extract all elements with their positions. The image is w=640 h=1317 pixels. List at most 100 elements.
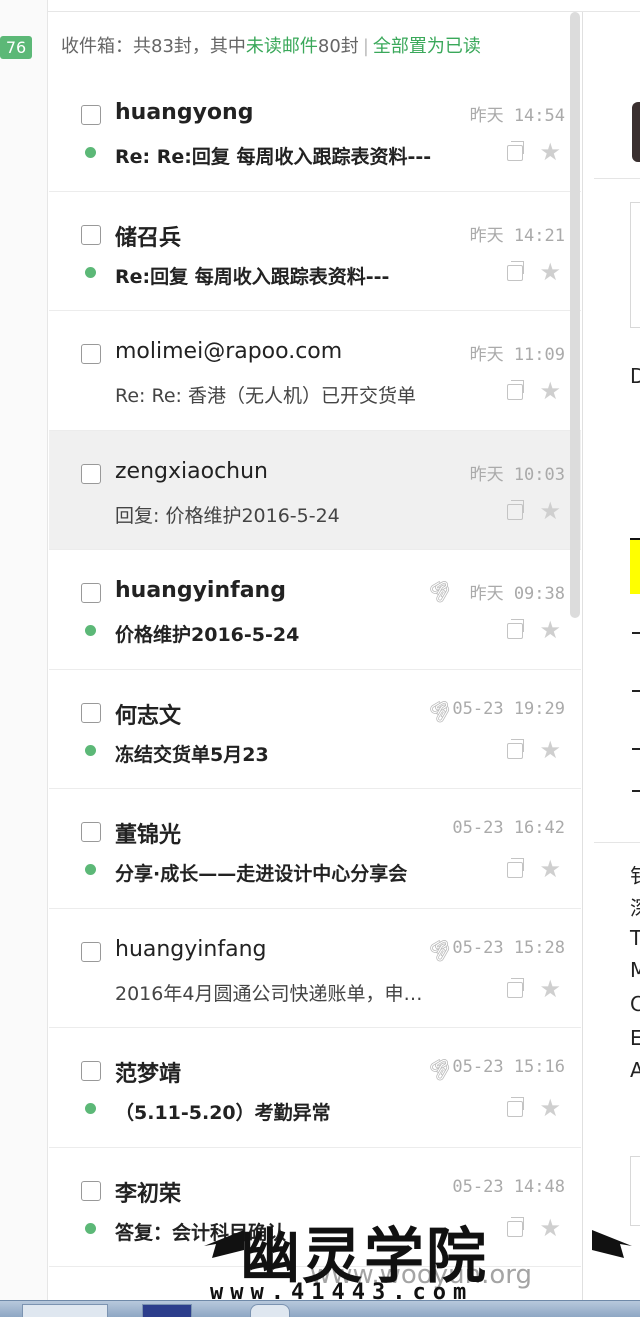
mail-subject: 2016年4月圆通公司快递账单，申请付款 <box>115 982 437 1005</box>
body-char: 深 <box>630 892 640 921</box>
body-char: D <box>630 364 640 388</box>
mail-row[interactable]: 储召兵 昨天 14:21 Re:回复 每周收入跟踪表资料--- ★ <box>49 191 581 311</box>
copy-icon[interactable] <box>507 858 524 878</box>
copy-icon[interactable] <box>507 141 524 161</box>
star-icon[interactable]: ★ <box>539 1214 561 1242</box>
reading-pane-box <box>630 1156 640 1226</box>
copy-icon[interactable] <box>507 1097 524 1117</box>
mail-row[interactable]: 董锦光 05-23 16:42 分享·成长——走进设计中心分享会 ★ <box>49 789 581 909</box>
mail-sender: 董锦光 <box>115 823 182 848</box>
mail-sender: huangyinfang <box>115 578 286 603</box>
copy-icon[interactable] <box>507 738 524 759</box>
dash-mark <box>632 632 640 634</box>
mail-sender: 储召兵 <box>115 225 182 251</box>
mail-sender: huangyinfang <box>115 936 267 962</box>
body-char: M <box>630 958 640 982</box>
mail-subject: 价格维护2016-5-24 <box>115 624 300 646</box>
star-icon[interactable]: ★ <box>539 736 561 764</box>
reading-pane: D 钅 深 T M C E A <box>586 12 640 1300</box>
mail-row[interactable]: zengxiaochun 昨天 10:03 回复: 价格维护2016-5-24 ★ <box>49 430 581 550</box>
reading-pane-divider <box>594 842 640 843</box>
unread-dot-icon <box>85 744 96 756</box>
mail-checkbox[interactable] <box>81 702 101 723</box>
unread-count-badge[interactable]: 76 <box>0 36 32 59</box>
unread-dot-icon <box>85 1103 96 1114</box>
mail-sender: huangyong <box>115 100 254 125</box>
copy-icon[interactable] <box>507 499 524 520</box>
mail-row[interactable]: 范梦靖 🖇 05-23 15:16 （5.11-5.20）考勤异常 ★ <box>49 1028 581 1148</box>
star-icon[interactable]: ★ <box>539 258 561 286</box>
mail-row[interactable]: 李初荣 05-23 14:48 答复：会计科目确认 ★ <box>49 1147 581 1267</box>
mail-checkbox[interactable] <box>81 583 101 603</box>
reading-pane-divider <box>594 178 640 179</box>
copy-icon[interactable] <box>507 619 524 639</box>
unread-dot-icon <box>85 266 96 278</box>
copy-icon[interactable] <box>507 1216 524 1237</box>
unread-dot-icon <box>85 1222 96 1234</box>
mail-sender: zengxiaochun <box>115 458 268 484</box>
summary-prefix: 收件箱：共83封，其中 <box>61 36 246 57</box>
mail-checkbox[interactable] <box>81 1061 101 1081</box>
mail-sender: 范梦靖 <box>115 1062 182 1087</box>
taskbar-button[interactable] <box>22 1304 108 1317</box>
body-char: 钅 <box>630 860 640 889</box>
copy-icon[interactable] <box>507 977 524 998</box>
mail-row[interactable]: huangyinfang 🖇 昨天 09:38 价格维护2016-5-24 ★ <box>49 550 581 670</box>
mail-subject: 答复：会计科目确认 <box>115 1221 287 1244</box>
summary-separator: | <box>362 36 369 57</box>
dash-mark <box>632 690 640 692</box>
star-icon[interactable]: ★ <box>539 616 561 644</box>
body-char: A <box>630 1058 640 1082</box>
mark-all-read-link[interactable]: 全部置为已读 <box>373 36 481 57</box>
mail-checkbox[interactable] <box>81 224 101 245</box>
mail-subject: 冻结交货单5月23 <box>115 743 269 766</box>
mail-subject: 分享·成长——走进设计中心分享会 <box>115 863 408 885</box>
mail-time: 05-23 15:16 <box>452 1057 565 1077</box>
star-icon[interactable]: ★ <box>539 497 561 525</box>
mail-checkbox[interactable] <box>81 941 101 962</box>
highlight-block <box>630 538 640 594</box>
star-icon[interactable]: ★ <box>539 377 561 405</box>
unread-count-text: 80封 <box>317 36 359 57</box>
unread-dot-icon <box>85 625 96 636</box>
mail-checkbox[interactable] <box>81 1180 101 1201</box>
taskbar-button[interactable] <box>250 1304 290 1317</box>
taskbar-button[interactable] <box>142 1304 192 1317</box>
mail-time: 05-23 19:29 <box>452 698 565 719</box>
reading-pane-box <box>630 202 640 328</box>
star-icon[interactable]: ★ <box>539 975 561 1003</box>
mail-checkbox[interactable] <box>81 463 101 484</box>
copy-icon[interactable] <box>507 260 524 281</box>
mail-time: 05-23 15:28 <box>452 937 565 958</box>
mail-time: 05-23 16:42 <box>452 818 565 838</box>
body-char: C <box>630 992 640 1016</box>
list-scrollbar[interactable] <box>570 12 580 618</box>
mail-row[interactable]: 何志文 🖇 05-23 19:29 冻结交货单5月23 ★ <box>49 669 581 789</box>
mail-row[interactable]: huangyinfang 🖇 05-23 15:28 2016年4月圆通公司快递账单，… <box>49 908 581 1028</box>
unread-dot-icon <box>85 864 96 875</box>
mail-sender: 何志文 <box>115 703 182 729</box>
inbox-summary: 收件箱：共83封，其中未读邮件80封 | 全部置为已读 <box>61 32 481 58</box>
star-icon[interactable]: ★ <box>539 1094 561 1122</box>
mail-checkbox[interactable] <box>81 105 101 125</box>
mail-checkbox[interactable] <box>81 822 101 842</box>
mail-subject: Re: Re:回复 每周收入跟踪表资料--- <box>115 146 432 168</box>
mail-time: 昨天 11:09 <box>469 345 565 365</box>
mail-row[interactable]: molimei@rapoo.com 昨天 11:09 Re: Re: 香港（无人机）… <box>49 311 581 431</box>
mail-sender: molimei@rapoo.com <box>115 339 343 364</box>
mail-list: huangyong 昨天 14:54 Re: Re:回复 每周收入跟踪表资料--- ★… <box>49 72 581 1267</box>
folder-sidebar: 76 <box>0 0 48 1300</box>
sender-avatar <box>632 102 640 162</box>
mail-list-panel: 收件箱：共83封，其中未读邮件80封 | 全部置为已读 huangyong 昨天 14… <box>49 12 583 1300</box>
paperclip-icon: 🖇 <box>422 572 458 608</box>
star-icon[interactable]: ★ <box>539 138 561 166</box>
dash-mark <box>632 748 640 750</box>
copy-icon[interactable] <box>507 380 524 400</box>
mail-subject: （5.11-5.20）考勤异常 <box>115 1102 331 1124</box>
body-char: E <box>630 1026 640 1050</box>
mail-time: 昨天 10:03 <box>469 464 565 485</box>
mail-checkbox[interactable] <box>81 344 101 364</box>
star-icon[interactable]: ★ <box>539 855 561 883</box>
mail-row[interactable]: huangyong 昨天 14:54 Re: Re:回复 每周收入跟踪表资料--- ★ <box>49 72 581 192</box>
unread-mail-link[interactable]: 未读邮件 <box>246 36 318 57</box>
